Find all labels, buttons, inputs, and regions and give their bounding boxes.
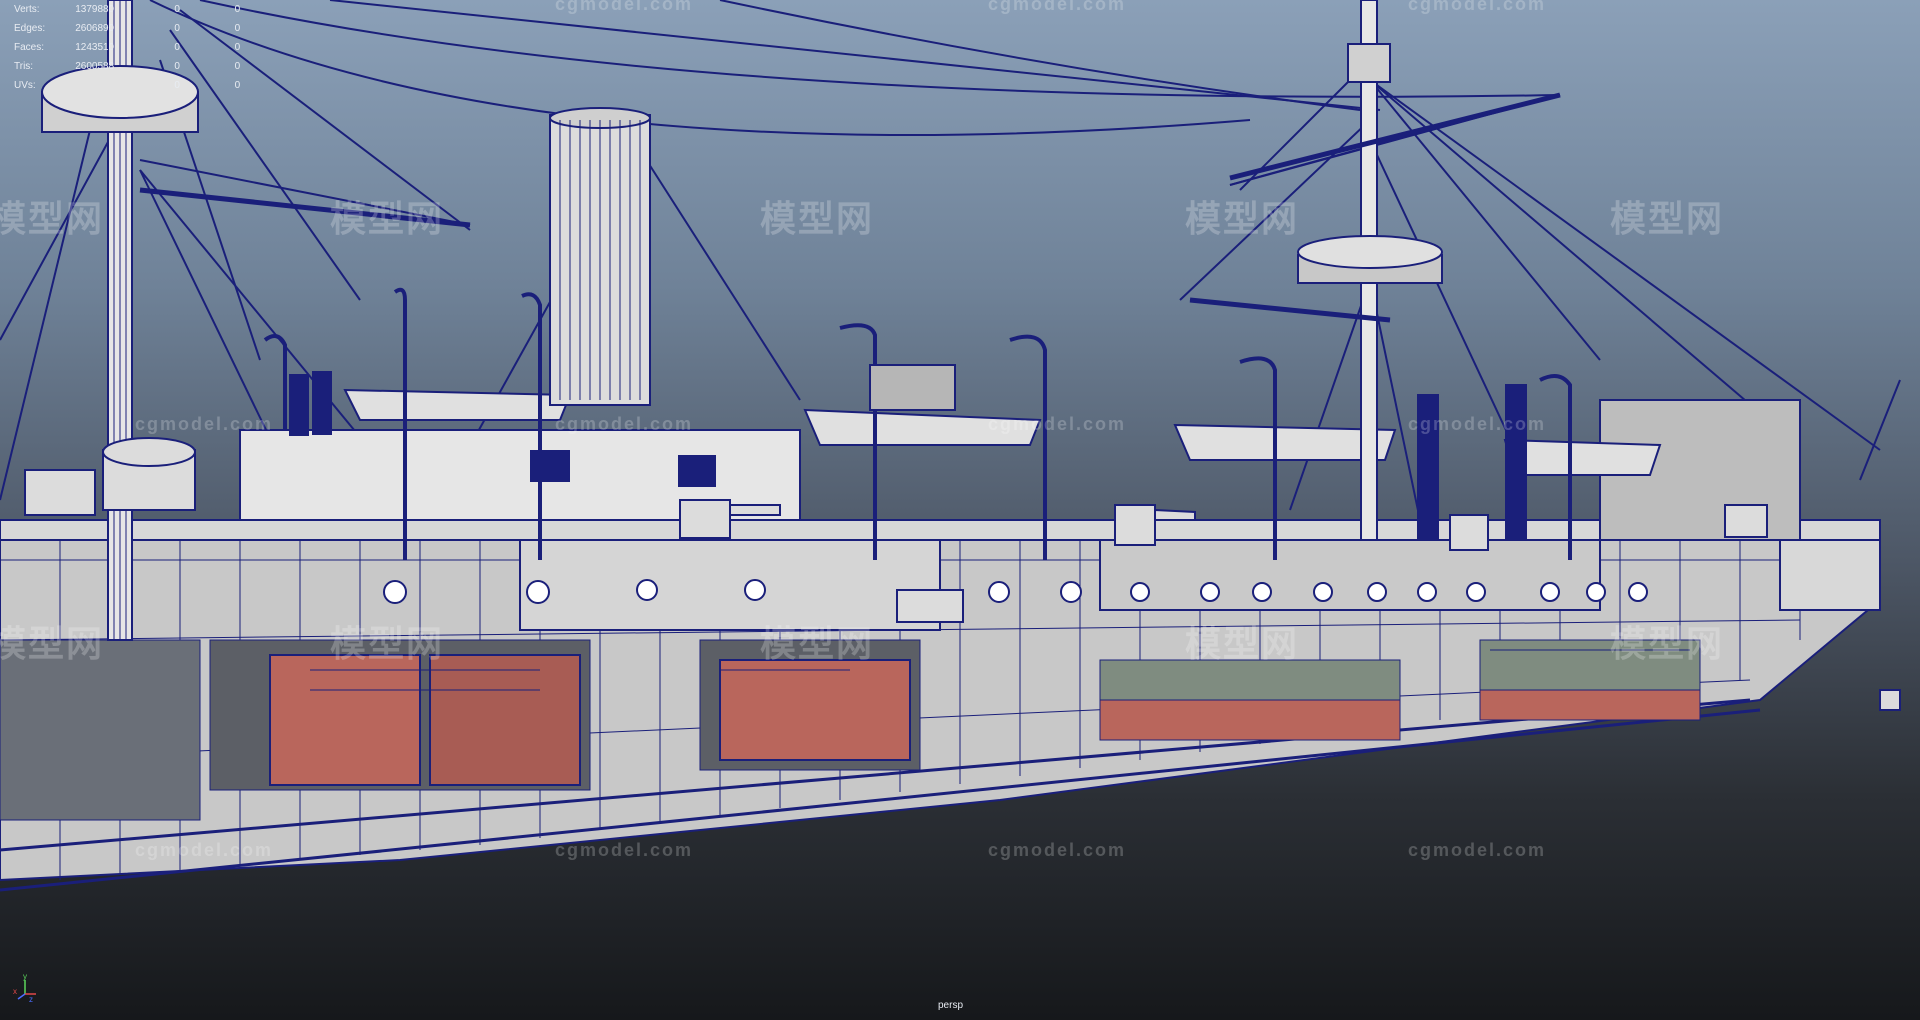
hud-value: 2606890 — [75, 23, 115, 34]
hud-label: Faces: — [14, 42, 45, 53]
watermark-cn: 模型网 — [0, 199, 105, 240]
watermark-en: cgmodel.com — [988, 414, 1127, 434]
hud-value: 1243510 — [75, 42, 115, 53]
hud-selected: 0 — [174, 80, 180, 91]
watermark-en: cgmodel.com — [1408, 414, 1547, 434]
hud-label: Verts: — [14, 4, 40, 15]
hud-value: 2600588 — [75, 61, 115, 72]
watermark-cn: 模型网 — [330, 624, 445, 665]
watermark-cn: 模型网 — [1610, 624, 1725, 665]
axis-y-label: y — [23, 972, 27, 981]
watermark-en: cgmodel.com — [555, 840, 694, 860]
maya-viewport[interactable]: 模型网 模型网 模型网 模型网 模型网 模型网 模型网 模型网 模型网 模型网 … — [0, 0, 1920, 1020]
watermark-cn: 模型网 — [1610, 199, 1725, 240]
hud-label: Edges: — [14, 23, 46, 34]
watermark-cn: 模型网 — [1185, 199, 1300, 240]
watermark-en: cgmodel.com — [988, 0, 1127, 14]
axis-z-label: z — [29, 995, 33, 1002]
hud-component: 0 — [234, 4, 241, 15]
hud-row-tris: Tris: 2600588 0 0 — [14, 57, 254, 76]
hud-row-faces: Faces: 1243510 0 0 — [14, 38, 254, 57]
ship-wireframe-model[interactable] — [0, 0, 1920, 1020]
watermark-en: cgmodel.com — [1408, 840, 1547, 860]
watermark-cn: 模型网 — [760, 199, 875, 240]
hud-row-verts: Verts: 1379880 0 0 — [14, 0, 254, 19]
hud-component: 0 — [234, 23, 241, 34]
watermark-en: cgmodel.com — [555, 0, 694, 14]
hud-selected: 0 — [174, 23, 180, 34]
watermark-en: cgmodel.com — [135, 840, 274, 860]
hud-row-edges: Edges: 2606890 0 0 — [14, 19, 254, 38]
watermark-cn: 模型网 — [0, 624, 105, 665]
hud-label: UVs: — [14, 80, 36, 91]
axis-gizmo-icon: y x z — [13, 972, 36, 1002]
hud-selected: 0 — [174, 42, 180, 53]
camera-name-label: persp — [938, 1000, 964, 1011]
watermark-en: cgmodel.com — [555, 414, 694, 434]
hud-component: 0 — [234, 80, 241, 91]
funnel — [549, 107, 651, 406]
watermark-cn: 模型网 — [1185, 624, 1300, 665]
hud-value — [75, 76, 174, 95]
watermark-en: cgmodel.com — [1408, 0, 1547, 14]
watermark-cn: 模型网 — [760, 624, 875, 665]
watermark-cn: 模型网 — [330, 199, 445, 240]
watermark-en: cgmodel.com — [988, 840, 1127, 860]
hud-component: 0 — [234, 61, 241, 72]
hud-selected: 0 — [174, 61, 180, 72]
poly-count-hud: Verts: 1379880 0 0 Edges: 2606890 0 0 Fa… — [14, 0, 254, 95]
hud-value: 1379880 — [75, 4, 115, 15]
axis-x-label: x — [13, 987, 17, 996]
hud-component: 0 — [234, 42, 241, 53]
hud-row-uvs: UVs: 0 0 — [14, 76, 254, 95]
hud-label: Tris: — [14, 61, 34, 72]
hud-selected: 0 — [174, 4, 180, 15]
watermark-en: cgmodel.com — [135, 414, 274, 434]
